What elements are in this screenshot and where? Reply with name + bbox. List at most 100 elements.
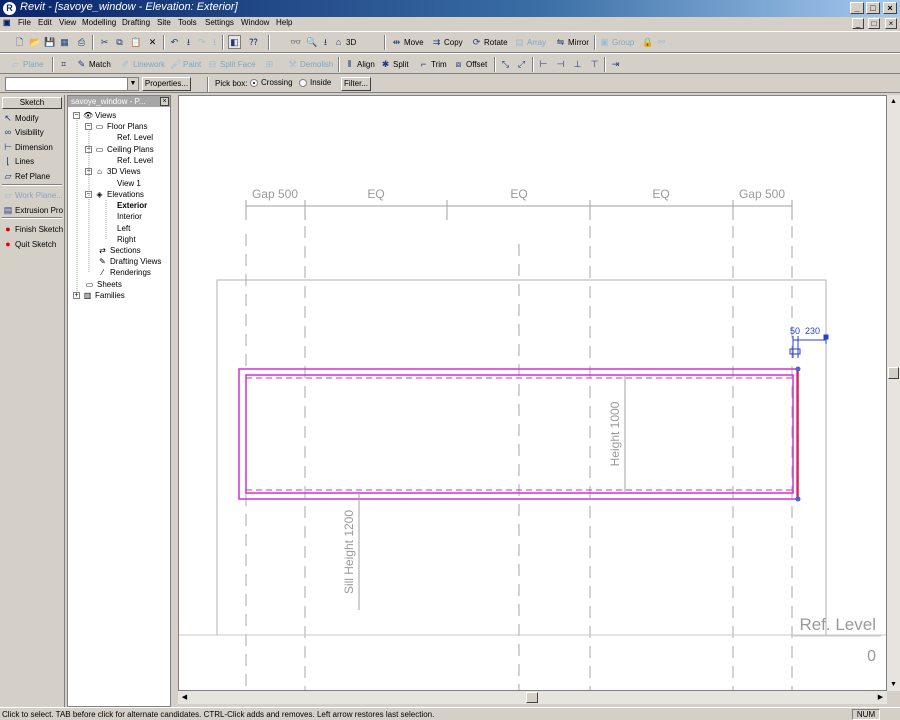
menu-modelling[interactable]: Modelling: [82, 18, 116, 27]
zoom-icon[interactable]: 🔍: [306, 35, 317, 49]
minimize-button[interactable]: _: [850, 2, 864, 14]
edge-grip-bottom[interactable]: [795, 496, 801, 502]
menu-help[interactable]: Help: [276, 18, 292, 27]
move-button[interactable]: ⇹ Move: [391, 35, 424, 49]
sketch-tab[interactable]: Sketch: [2, 97, 62, 109]
rotate-button[interactable]: ⟳ Rotate: [471, 35, 508, 49]
copy-icon[interactable]: ⧉: [114, 35, 125, 49]
join-geometry-icon[interactable]: ⊞: [264, 57, 275, 71]
dim-eq-1[interactable]: EQ: [367, 187, 384, 201]
vertical-scrollbar[interactable]: ▲ ▼: [887, 95, 900, 691]
work-plane-button[interactable]: ▱ Work Plane...: [3, 190, 63, 200]
horizontal-scroll-thumb[interactable]: [526, 692, 538, 703]
menu-tools[interactable]: Tools: [178, 18, 197, 27]
maximize-button[interactable]: □: [866, 2, 880, 14]
delete-icon[interactable]: ✕: [147, 35, 158, 49]
elevation-drawing-area[interactable]: Gap 500 EQ EQ EQ Gap 500 50 230 Height 1…: [178, 95, 887, 691]
lines-button[interactable]: ⌊ Lines: [3, 156, 34, 166]
mdi-restore-button[interactable]: □: [868, 18, 880, 29]
3d-view-button[interactable]: ⌂ 3D: [333, 35, 356, 49]
ref-plane-button[interactable]: ▱ Ref Plane: [3, 171, 51, 181]
dim-sill-height[interactable]: Sill Height 1200: [342, 510, 356, 594]
extrusion-properties-button[interactable]: ▤ Extrusion Pro: [3, 205, 63, 215]
menu-edit[interactable]: Edit: [38, 18, 52, 27]
document-icon[interactable]: ▣: [3, 18, 15, 29]
print-icon[interactable]: ⎙: [76, 35, 87, 49]
sketch-outer-rectangle[interactable]: [238, 368, 798, 500]
whats-this-help-icon[interactable]: ⁇: [248, 35, 259, 49]
undo-icon[interactable]: ↶: [169, 35, 180, 49]
scroll-left-icon[interactable]: ◀: [180, 693, 189, 702]
group-button[interactable]: ▣ Group: [599, 35, 634, 49]
zoom-list-icon[interactable]: ⭳: [320, 35, 331, 49]
match-button[interactable]: ✎ Match: [76, 57, 111, 71]
scroll-up-icon[interactable]: ▲: [889, 97, 898, 106]
edge-grip-top[interactable]: [795, 366, 801, 372]
save-icon[interactable]: 💾: [44, 35, 55, 49]
menu-settings[interactable]: Settings: [205, 18, 234, 27]
menu-view[interactable]: View: [59, 18, 76, 27]
aligned-dimension-icon[interactable]: ⊥: [572, 57, 583, 71]
array-button[interactable]: ▤ Array: [514, 35, 546, 49]
paint-button[interactable]: 🖌 Paint: [170, 57, 201, 71]
plane-button[interactable]: ▱ Plane: [10, 57, 43, 71]
measure-icon[interactable]: ⇥: [610, 57, 621, 71]
ref-plane-tool-icon[interactable]: ⌗: [58, 57, 69, 71]
finish-sketch-button[interactable]: ● Finish Sketch: [3, 224, 63, 234]
dimension-string-top[interactable]: [245, 200, 793, 220]
dimension-tool-icon[interactable]: ⊢: [538, 57, 549, 71]
angular-dimension-icon[interactable]: ⊤: [589, 57, 600, 71]
dimension-button[interactable]: ⊢ Dimension: [3, 142, 53, 152]
lock-icon[interactable]: 🔒: [642, 35, 653, 49]
undo-list-icon[interactable]: ⭳: [183, 35, 194, 49]
scale-icon[interactable]: ⤢: [516, 57, 527, 71]
demolish-button[interactable]: ⚒ Demolish: [287, 57, 333, 71]
mdi-close-button[interactable]: ×: [885, 18, 897, 29]
quit-sketch-button[interactable]: ● Quit Sketch: [3, 239, 56, 249]
offset-button[interactable]: ⧈ Offset: [453, 57, 488, 71]
visibility-button[interactable]: ∞ Visibility: [3, 127, 44, 137]
modify-button[interactable]: ↖ Modify: [3, 113, 38, 123]
scroll-down-icon[interactable]: ▼: [889, 680, 898, 689]
filter-button[interactable]: Filter...: [341, 77, 371, 91]
menu-window[interactable]: Window: [241, 18, 269, 27]
close-button[interactable]: ×: [883, 2, 897, 14]
resize-icon[interactable]: ⤡: [500, 57, 511, 71]
cut-icon[interactable]: ✂: [99, 35, 110, 49]
dim-height[interactable]: Height 1000: [608, 401, 622, 466]
open-icon[interactable]: 📂: [29, 35, 40, 49]
spot-dimension-icon[interactable]: ⊣: [555, 57, 566, 71]
menu-file[interactable]: File: [18, 18, 31, 27]
dim-gap-left[interactable]: Gap 500: [252, 187, 298, 201]
visibility-glasses-icon[interactable]: 👓: [290, 35, 301, 49]
inside-radio[interactable]: Inside: [299, 78, 331, 87]
elevation-drawing[interactable]: Gap 500 EQ EQ EQ Gap 500 50 230 Height 1…: [179, 96, 886, 690]
crossing-radio[interactable]: Crossing: [250, 78, 293, 87]
redo-icon[interactable]: ↷: [196, 35, 207, 49]
trim-button[interactable]: ⌐ Trim: [418, 57, 447, 71]
align-button[interactable]: ⫴ Align: [344, 57, 375, 71]
mdi-minimize-button[interactable]: _: [852, 18, 864, 29]
split-face-button[interactable]: ⊟ Split Face: [207, 57, 256, 71]
unlock-icon[interactable]: ⚯: [656, 35, 667, 49]
redo-list-icon[interactable]: ⭳: [209, 35, 220, 49]
thin-lines-icon[interactable]: ◧: [228, 35, 241, 49]
paste-icon[interactable]: 📋: [130, 35, 141, 49]
new-icon[interactable]: 🗋: [14, 35, 25, 49]
dim-eq-2[interactable]: EQ: [510, 187, 527, 201]
copy-button[interactable]: ⇉ Copy: [431, 35, 463, 49]
dim-eq-3[interactable]: EQ: [652, 187, 669, 201]
level-elevation-value[interactable]: 0: [867, 648, 876, 665]
temporary-dimension[interactable]: [789, 334, 829, 358]
dim-small-230[interactable]: 230: [805, 326, 820, 336]
horizontal-scrollbar[interactable]: ◀ ▶: [178, 691, 887, 704]
scroll-right-icon[interactable]: ▶: [876, 693, 885, 702]
type-selector-dropdown[interactable]: ▼: [5, 77, 139, 91]
save-to-central-icon[interactable]: ▦: [59, 35, 70, 49]
mirror-button[interactable]: ⇋ Mirror: [555, 35, 589, 49]
properties-button[interactable]: Properties...: [142, 77, 191, 91]
dim-gap-right[interactable]: Gap 500: [739, 187, 785, 201]
menu-site[interactable]: Site: [157, 18, 171, 27]
linework-button[interactable]: ✐ Linework: [120, 57, 165, 71]
dim-small-50[interactable]: 50: [790, 326, 800, 336]
